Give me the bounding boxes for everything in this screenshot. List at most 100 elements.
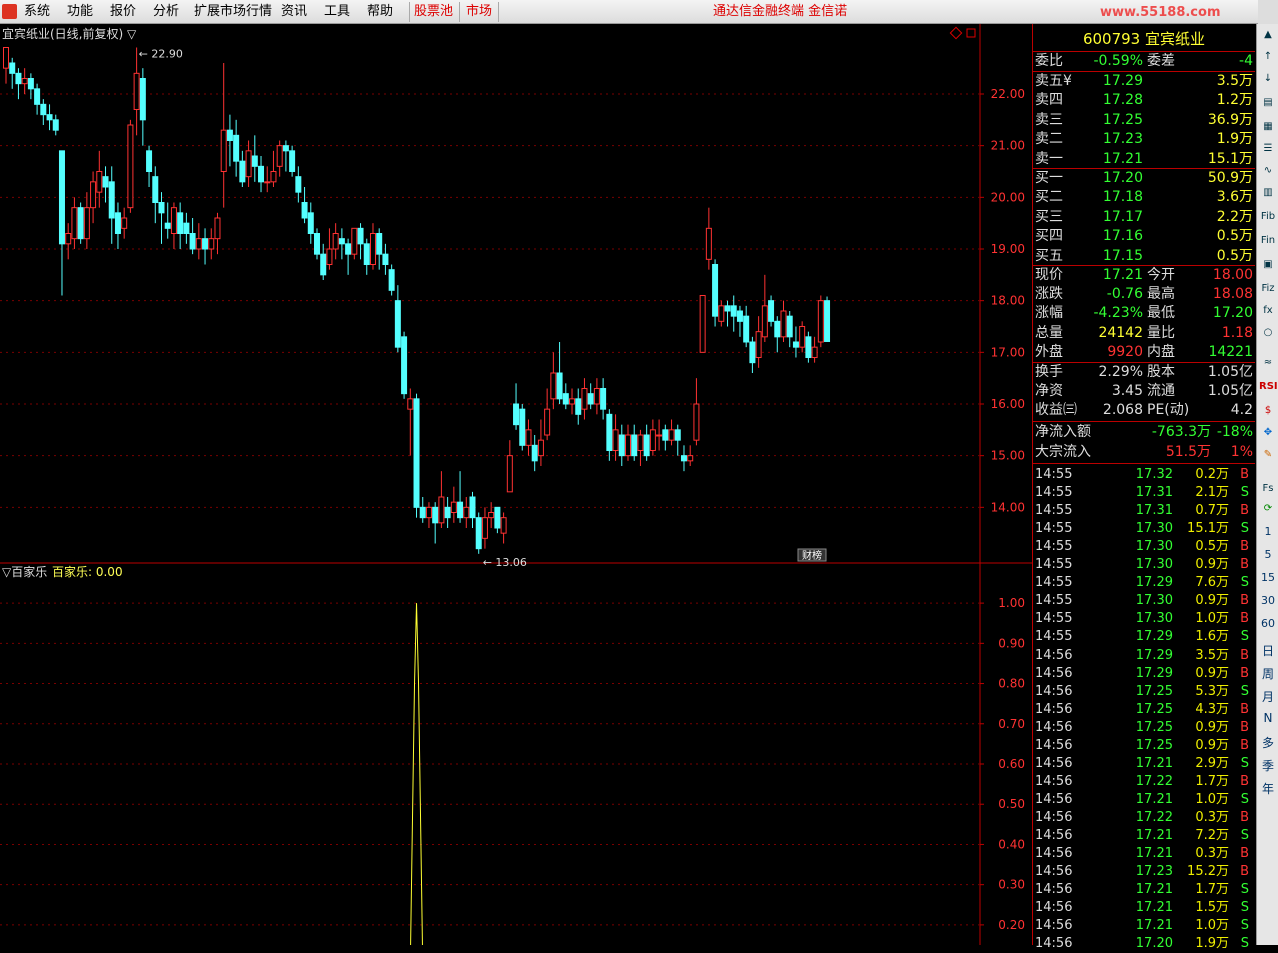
tick-price: 17.21	[1135, 828, 1173, 843]
up-arrow-icon[interactable]: ▲	[1259, 26, 1277, 44]
tick-row: 14:56 17.21 7.2万 S	[1033, 827, 1255, 845]
candle-body	[52, 119, 59, 131]
indicator-axis-label: 1.00	[998, 596, 1025, 610]
bar-chart-icon[interactable]: ▥	[1259, 184, 1277, 202]
menu-extended-market[interactable]: 扩展市场行情	[194, 4, 272, 20]
menu-stock-pool[interactable]: 股票池	[414, 4, 453, 20]
candle-body	[463, 506, 470, 519]
candle-body	[96, 171, 103, 193]
fib-icon[interactable]: Fib	[1259, 208, 1277, 226]
period-button[interactable]: 周	[1258, 665, 1278, 682]
candle-body	[77, 207, 84, 240]
fx-icon[interactable]: fx	[1259, 302, 1277, 320]
tick-price: 17.32	[1135, 467, 1173, 482]
candle-body	[699, 295, 706, 353]
weibi-label: 委比	[1035, 53, 1063, 69]
candle-body	[475, 517, 482, 550]
candle-body	[251, 155, 258, 167]
menu-tools[interactable]: 工具	[324, 4, 350, 20]
period-button[interactable]: N	[1258, 711, 1278, 725]
menu-analysis[interactable]: 分析	[153, 4, 179, 20]
tick-volume: 1.0万	[1195, 791, 1229, 807]
fiz-icon[interactable]: Fiz	[1259, 280, 1277, 298]
buy-price: 17.17	[1102, 208, 1143, 225]
wave-icon[interactable]: ≈	[1259, 354, 1277, 372]
tick-volume: 0.7万	[1195, 503, 1229, 519]
candle-body	[792, 341, 799, 348]
candle-body	[332, 233, 339, 250]
candle-body	[749, 341, 756, 364]
menu-bar: 系统 功能 报价 分析 扩展市场行情 资讯 工具 帮助 股票池 市场 通达信金融…	[0, 0, 1278, 24]
report-icon[interactable]: ▤	[1259, 94, 1277, 112]
menu-function[interactable]: 功能	[67, 4, 93, 20]
indicator-axis-label: 0.40	[998, 837, 1025, 851]
fin-icon[interactable]: Fin	[1259, 232, 1277, 250]
line-chart-icon[interactable]: ∿	[1259, 162, 1277, 180]
kline-chart-area[interactable]: 22.00 21.00 20.00 19.00 18.00 17.00 16.00 15.00…	[0, 24, 1032, 945]
quote-stat-row: 涨幅 -4.23% 最低 17.20	[1033, 304, 1255, 323]
tick-row: 14:55 17.32 0.2万 B	[1033, 466, 1255, 484]
dollar-icon[interactable]: $	[1259, 402, 1277, 420]
stat-label: 现价	[1035, 267, 1063, 283]
period-button[interactable]: 5	[1258, 548, 1278, 561]
fund-label: 股本	[1147, 364, 1175, 380]
period-button[interactable]: 15	[1258, 571, 1278, 584]
period-button[interactable]: 季	[1258, 757, 1278, 774]
period-button[interactable]: 多	[1258, 734, 1278, 751]
circle-icon[interactable]: ○	[1259, 324, 1277, 342]
window-controls[interactable]	[1258, 0, 1278, 24]
period-button[interactable]: 日	[1258, 642, 1278, 659]
candle-body	[239, 160, 246, 183]
list-icon[interactable]: ☰	[1259, 140, 1277, 158]
money-flow-row: 大宗流入 51.5万 1%	[1033, 443, 1255, 462]
chart-diamond-icon[interactable]	[949, 26, 963, 40]
candle-body	[357, 227, 364, 245]
fund-value: 1.05亿	[1207, 383, 1253, 400]
candle-body	[83, 207, 90, 240]
period-button[interactable]: 1	[1258, 525, 1278, 538]
price-axis-label: 20.00	[991, 190, 1025, 204]
menu-quote[interactable]: 报价	[110, 4, 136, 20]
tick-price: 17.21	[1135, 900, 1173, 916]
period-button[interactable]: 60	[1258, 617, 1278, 630]
chart-toggle-icon[interactable]	[966, 28, 976, 38]
tick-row: 14:55 17.29 7.6万 S	[1033, 574, 1255, 592]
chart-svg[interactable]: 22.00 21.00 20.00 19.00 18.00 17.00 16.00 15.00…	[0, 24, 1032, 945]
menu-info[interactable]: 资讯	[281, 4, 307, 20]
move-icon[interactable]: ✥	[1259, 424, 1277, 442]
candle-body	[450, 501, 457, 513]
indicator-axis-label: 0.50	[998, 797, 1025, 811]
calendar-icon[interactable]: ▣	[1259, 256, 1277, 274]
tick-price: 17.25	[1135, 719, 1173, 735]
candle-body	[195, 238, 202, 250]
stat-value: 17.20	[1212, 305, 1253, 322]
sell-volume: 1.2万	[1216, 92, 1253, 109]
menu-system[interactable]: 系统	[24, 4, 50, 20]
up-arrow-icon[interactable]: ↑	[1259, 48, 1277, 66]
tick-direction: B	[1240, 467, 1249, 482]
menu-help[interactable]: 帮助	[367, 4, 393, 20]
refresh-icon[interactable]: ⟳	[1259, 500, 1277, 518]
tick-volume: 15.1万	[1187, 521, 1229, 537]
pencil-icon[interactable]: ✎	[1259, 446, 1277, 464]
sell-price: 17.23	[1102, 131, 1143, 148]
fs-icon[interactable]: Fs	[1259, 480, 1277, 498]
candle-body	[183, 222, 190, 235]
price-axis-label: 19.00	[991, 242, 1025, 256]
fund-label: 换手	[1035, 364, 1063, 380]
tick-direction: B	[1240, 593, 1249, 609]
candle-body	[108, 181, 115, 219]
candle-body	[544, 408, 551, 436]
down-arrow-icon[interactable]: ↓	[1259, 70, 1277, 88]
period-button[interactable]: 30	[1258, 594, 1278, 607]
tick-direction: B	[1240, 647, 1249, 663]
rsi-icon[interactable]: RSI	[1259, 378, 1278, 396]
period-button[interactable]: 年	[1258, 780, 1278, 797]
tick-time: 14:55	[1035, 557, 1073, 573]
menu-market[interactable]: 市场	[466, 4, 492, 20]
grid-icon[interactable]: ▦	[1259, 118, 1277, 136]
candle-body	[102, 176, 109, 188]
period-button[interactable]: 月	[1258, 688, 1278, 705]
tick-price: 17.21	[1135, 846, 1173, 862]
candle-body	[761, 305, 768, 338]
